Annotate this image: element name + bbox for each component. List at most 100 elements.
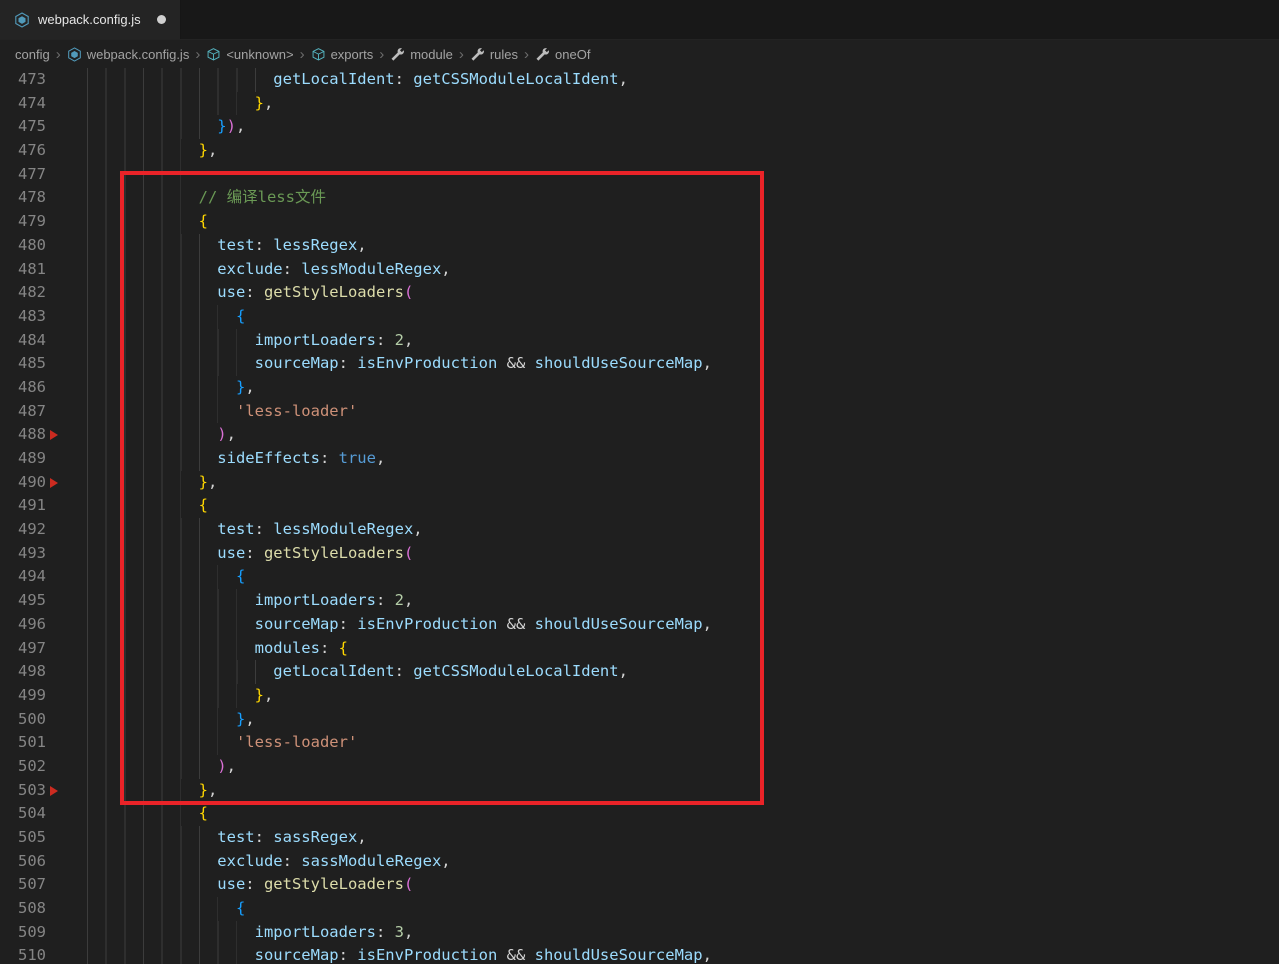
code-line-text[interactable]: sideEffects: true, (68, 447, 1279, 471)
line-number[interactable]: 473 (0, 68, 46, 92)
code-line[interactable]: 503}, (0, 778, 1279, 803)
line-number[interactable]: 506 (0, 850, 46, 874)
code-line-text[interactable]: sourceMap: isEnvProduction && shouldUseS… (68, 612, 1279, 637)
line-number[interactable]: 505 (0, 826, 46, 850)
modified-indicator-icon[interactable] (156, 15, 166, 24)
line-number[interactable]: 500 (0, 708, 46, 732)
code-line[interactable]: 490}, (0, 470, 1279, 495)
line-number[interactable]: 510 (0, 944, 46, 964)
line-number[interactable]: 489 (0, 447, 46, 471)
code-line[interactable]: 497 modules: { (0, 636, 1279, 661)
code-line-text[interactable]: test: lessModuleRegex, (68, 518, 1279, 542)
code-line-text[interactable]: }, (68, 778, 1279, 803)
breadcrumb-item[interactable]: exports (311, 47, 373, 62)
code-line-text[interactable]: exclude: lessModuleRegex, (68, 257, 1279, 282)
code-line-text[interactable]: ), (68, 423, 1279, 447)
code-line[interactable]: 502), (0, 754, 1279, 779)
code-line-text[interactable] (68, 162, 1279, 187)
code-line-text[interactable]: test: lessRegex, (68, 233, 1279, 258)
code-line-text[interactable]: importLoaders: 2, (68, 328, 1279, 353)
line-number[interactable]: 474 (0, 92, 46, 116)
code-line-text[interactable]: ), (68, 754, 1279, 779)
code-line-text[interactable]: test: sassRegex, (68, 826, 1279, 850)
code-line-text[interactable]: use: getStyleLoaders( (68, 541, 1279, 566)
code-line[interactable]: 491 { (0, 494, 1279, 519)
code-line-text[interactable]: }, (68, 470, 1279, 495)
line-number[interactable]: 499 (0, 684, 46, 708)
line-number[interactable]: 484 (0, 329, 46, 353)
code-line[interactable]: 504 { (0, 802, 1279, 826)
code-line-text[interactable]: { (68, 802, 1279, 826)
code-line[interactable]: 484 importLoaders: 2, (0, 328, 1279, 353)
code-line[interactable]: 489 sideEffects: true, (0, 447, 1279, 471)
code-line-text[interactable]: sourceMap: isEnvProduction && shouldUseS… (68, 352, 1279, 376)
code-line-text[interactable]: }, (68, 91, 1279, 116)
line-number[interactable]: 482 (0, 281, 46, 305)
code-line[interactable]: 488), (0, 423, 1279, 447)
code-editor[interactable]: 473 getLocalIdent: getCSSModuleLocalIdent… (0, 68, 1279, 964)
code-line-text[interactable]: importLoaders: 3, (68, 920, 1279, 945)
code-line-text[interactable]: { (68, 897, 1279, 921)
breadcrumb-item[interactable]: rules (470, 47, 518, 62)
code-line-text[interactable]: getLocalIdent: getCSSModuleLocalIdent, (68, 660, 1279, 684)
line-number[interactable]: 478 (0, 186, 46, 210)
code-line[interactable]: 475}), (0, 115, 1279, 140)
code-line[interactable]: 509 importLoaders: 3, (0, 920, 1279, 945)
code-line-text[interactable]: }, (68, 139, 1279, 163)
code-line-text[interactable]: }, (68, 375, 1279, 400)
code-line[interactable]: 498 getLocalIdent: getCSSModuleLocalIdent… (0, 660, 1279, 684)
code-line-text[interactable]: 'less-loader' (68, 399, 1279, 424)
line-number[interactable]: 504 (0, 802, 46, 826)
line-number[interactable]: 477 (0, 163, 46, 187)
code-line[interactable]: 494 { (0, 565, 1279, 590)
code-line[interactable]: 479 { (0, 210, 1279, 234)
line-number[interactable]: 507 (0, 873, 46, 897)
code-line-text[interactable]: }, (68, 683, 1279, 708)
code-line[interactable]: 505 test: sassRegex, (0, 826, 1279, 850)
code-line-text[interactable]: { (68, 210, 1279, 234)
code-line-text[interactable]: use: getStyleLoaders( (68, 281, 1279, 305)
line-number[interactable]: 487 (0, 400, 46, 424)
code-line[interactable]: 482 use: getStyleLoaders( (0, 281, 1279, 305)
breadcrumb-item[interactable]: config (15, 47, 50, 62)
breadcrumb-item[interactable]: <unknown> (206, 47, 294, 62)
code-line-text[interactable]: // 编译less文件 (68, 186, 1279, 211)
line-number[interactable]: 496 (0, 613, 46, 637)
code-line[interactable]: 483 { (0, 304, 1279, 329)
code-line[interactable]: 510 sourceMap: isEnvProduction && shouldU… (0, 944, 1279, 964)
code-line[interactable]: 493 use: getStyleLoaders( (0, 541, 1279, 566)
line-number[interactable]: 475 (0, 115, 46, 139)
code-line[interactable]: 499}, (0, 683, 1279, 708)
code-line-text[interactable]: use: getStyleLoaders( (68, 873, 1279, 898)
tab-webpack-config[interactable]: webpack.config.js (0, 0, 181, 39)
code-line[interactable]: 473 getLocalIdent: getCSSModuleLocalIdent… (0, 68, 1279, 92)
code-line-text[interactable]: { (68, 304, 1279, 329)
code-line[interactable]: 478 // 编译less文件 (0, 186, 1279, 211)
code-line[interactable]: 480 test: lessRegex, (0, 233, 1279, 258)
line-number[interactable]: 480 (0, 234, 46, 258)
code-line[interactable]: 486}, (0, 375, 1279, 400)
code-line-text[interactable]: }, (68, 707, 1279, 732)
code-line[interactable]: 476}, (0, 139, 1279, 163)
code-line[interactable]: 492 test: lessModuleRegex, (0, 518, 1279, 542)
breadcrumb-item[interactable]: oneOf (535, 47, 590, 62)
line-number[interactable]: 509 (0, 921, 46, 945)
code-line[interactable]: 506 exclude: sassModuleRegex, (0, 849, 1279, 874)
code-line-text[interactable]: { (68, 565, 1279, 590)
line-number[interactable]: 483 (0, 305, 46, 329)
line-number[interactable]: 486 (0, 376, 46, 400)
line-number[interactable]: 502 (0, 755, 46, 779)
code-line-text[interactable]: importLoaders: 2, (68, 589, 1279, 613)
code-line-text[interactable]: exclude: sassModuleRegex, (68, 849, 1279, 874)
line-number[interactable]: 479 (0, 210, 46, 234)
line-number[interactable]: 481 (0, 258, 46, 282)
code-line-text[interactable]: getLocalIdent: getCSSModuleLocalIdent, (68, 68, 1279, 92)
line-number[interactable]: 508 (0, 897, 46, 921)
line-number[interactable]: 476 (0, 139, 46, 163)
code-line[interactable]: 485 sourceMap: isEnvProduction && shouldU… (0, 352, 1279, 376)
code-line[interactable]: 501 'less-loader' (0, 731, 1279, 755)
line-number[interactable]: 501 (0, 731, 46, 755)
code-line[interactable]: 477 (0, 162, 1279, 187)
line-number[interactable]: 494 (0, 565, 46, 589)
line-number[interactable]: 492 (0, 518, 46, 542)
